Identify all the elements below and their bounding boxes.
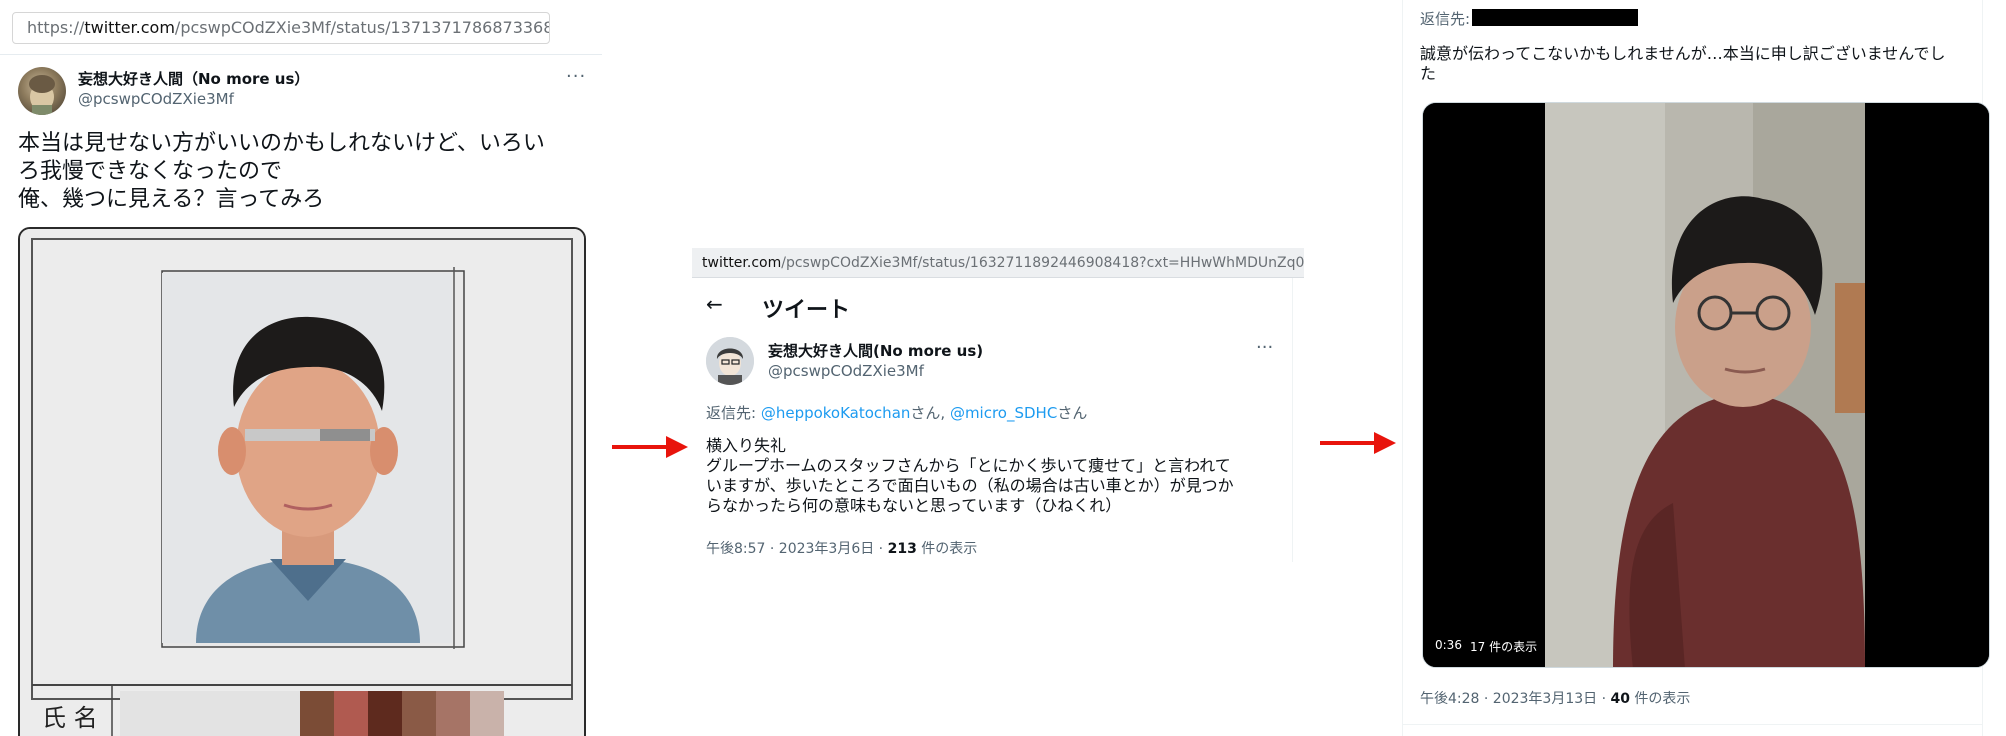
more-icon[interactable]: ··· [1256, 337, 1273, 358]
reply-to: 返信先: @heppokoKatochanさん, @micro_SDHCさん [706, 402, 1087, 423]
column-border [1402, 0, 1403, 736]
page-title: ツイート [762, 298, 851, 323]
url-path: /pcswpCOdZXie3Mf/status/1371371786873368… [174, 18, 550, 37]
reply-prefix: 返信先: [706, 404, 761, 422]
redaction-box [1472, 9, 1638, 26]
tweet-text: 本当は見せない方がいいのかもしれないけど、いろい ろ我慢できなくなったので 俺、… [18, 130, 578, 214]
tweet-meta: 午後4:28 · 2023年3月13日 · 40 件の表示 [1420, 688, 1690, 708]
url-host: twitter.com [84, 18, 175, 37]
tweet-line: ろ我慢できなくなったので [18, 159, 283, 184]
url-host: twitter.com [702, 255, 782, 271]
user-handle[interactable]: @pcswpCOdZXie3Mf [768, 362, 924, 380]
video-view-count: 17 件の表示 [1470, 640, 1538, 654]
url-prefix: https:// [27, 18, 85, 37]
reply-suffix: さん [1057, 404, 1088, 422]
avatar[interactable] [706, 337, 754, 385]
tweet-line: 横入り失礼 [706, 436, 787, 455]
more-icon[interactable]: ··· [566, 66, 586, 87]
url-path: /pcswpCOdZXie3Mf/status/1632711892446908… [781, 255, 1304, 271]
tweet-line: いますが、歩いたところで面白いもの（私の場合は古い車とか）が見つか [706, 476, 1234, 495]
id-photo-image: 氏 名 [20, 229, 584, 736]
view-label: 件の表示 [916, 541, 978, 557]
user-handle[interactable]: @pcswpCOdZXie3Mf [78, 90, 234, 108]
url-bar[interactable]: twitter.com/pcswpCOdZXie3Mf/status/16327… [692, 248, 1304, 278]
reply-mention-link[interactable]: @micro_SDHC [950, 404, 1057, 422]
view-count: 40 [1610, 691, 1630, 707]
video-frame [1423, 103, 1989, 667]
url-bar[interactable]: https://twitter.com/pcswpCOdZXie3Mf/stat… [12, 12, 550, 44]
reply-mention-link[interactable]: @heppokoKatochan [761, 404, 911, 422]
red-arrow-icon [1320, 432, 1396, 454]
tweet-line: 俺、幾つに見える？言ってみろ [18, 187, 325, 212]
tweet-video[interactable] [1422, 102, 1990, 668]
view-label: 件の表示 [1629, 691, 1691, 707]
tweet-line: 誠意が伝わってこないかもしれませんが…本当に申し訳ございませんでし [1420, 44, 1946, 63]
display-name[interactable]: 妄想大好き人間（No more us） [78, 68, 309, 89]
tweet-photo[interactable]: 氏 名 [18, 227, 586, 736]
tweet-line: グループホームのスタッフさんから「とにかく歩いて痩せて」と言われて [706, 456, 1231, 475]
tweet-line: 本当は見せない方がいいのかもしれないけど、いろい [18, 131, 545, 156]
timestamp[interactable]: 午後4:28 · 2023年3月13日 · [1420, 691, 1611, 707]
avatar[interactable] [18, 67, 66, 115]
red-arrow-icon [612, 436, 688, 458]
divider [0, 54, 602, 55]
display-name[interactable]: 妄想大好き人間(No more us) [768, 340, 983, 361]
tweet-panel-2021: https://twitter.com/pcswpCOdZXie3Mf/stat… [0, 0, 602, 736]
tweet-line: た [1420, 64, 1437, 83]
view-count: 213 [887, 541, 917, 557]
reply-to: 返信先: [1420, 10, 1471, 28]
tweet-text: 横入り失礼 グループホームのスタッフさんから「とにかく歩いて痩せて」と言われて … [706, 436, 1276, 516]
reply-sep: さん, [910, 404, 950, 422]
back-arrow-icon[interactable]: ← [706, 292, 723, 316]
form-label: 氏 名 [42, 704, 98, 732]
timestamp[interactable]: 午後8:57 · 2023年3月6日 · [706, 541, 888, 557]
tweet-text: 誠意が伝わってこないかもしれませんが…本当に申し訳ございませんでし た [1420, 44, 1990, 84]
tweet-line: らなかったら何の意味もないと思っています（ひねくれ） [706, 496, 1122, 515]
divider [1402, 724, 1982, 725]
video-duration: 0:36 [1435, 638, 1462, 652]
tweet-meta: 午後8:57 · 2023年3月6日 · 213 件の表示 [706, 538, 977, 558]
